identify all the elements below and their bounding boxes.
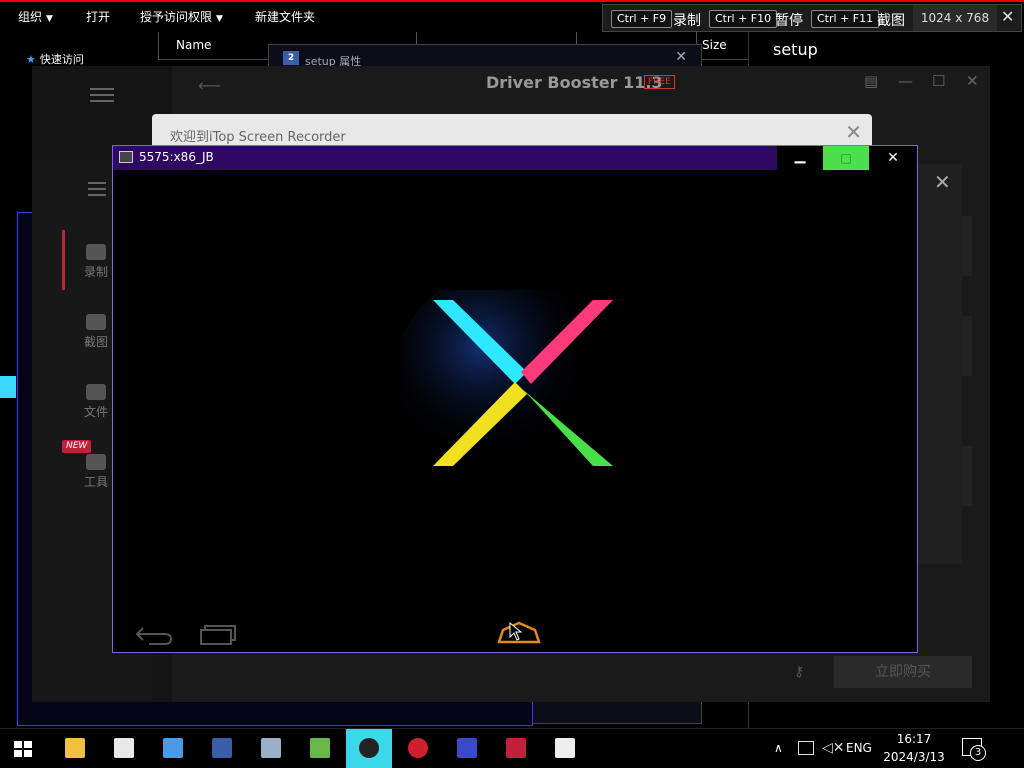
photos-icon[interactable]: [101, 729, 147, 768]
volume-muted-icon[interactable]: ◁✕: [822, 740, 845, 756]
recorder-shortcut-bar: Ctrl + F9 录制 Ctrl + F10 暂停 Ctrl + F11 截图…: [602, 4, 1022, 32]
panel-block: [962, 446, 972, 506]
hamburger-menu-icon[interactable]: [88, 182, 106, 196]
itop-recorder-icon[interactable]: [493, 729, 539, 768]
back-nav-icon[interactable]: [135, 622, 175, 646]
pause-label[interactable]: 暂停: [775, 10, 803, 30]
back-arrow-icon[interactable]: ⟵: [198, 76, 221, 95]
file-explorer-icon[interactable]: [52, 729, 98, 768]
driver-booster-title: Driver Booster 11.3: [486, 73, 663, 92]
close-icon[interactable]: ✕: [1001, 7, 1014, 26]
star-icon: ★: [26, 53, 36, 66]
maximize-button[interactable]: □: [823, 146, 869, 170]
column-size[interactable]: Size: [702, 38, 727, 52]
window-icon: [119, 151, 133, 163]
screenshot-label[interactable]: 截图: [877, 10, 905, 30]
settings-red-icon[interactable]: [395, 729, 441, 768]
language-indicator[interactable]: ENG: [846, 741, 872, 755]
desktop: 组织 ▼ 打开 授予访问权限 ▼ 新建文件夹 ★ 快速访问 Name Size set…: [0, 0, 1024, 768]
record-label[interactable]: 录制: [673, 10, 701, 30]
close-button[interactable]: ✕: [869, 146, 917, 170]
cpu-z-icon[interactable]: [346, 729, 392, 768]
organize-label: 组织: [18, 10, 43, 24]
maximize-icon[interactable]: ☐: [932, 72, 945, 90]
organize-menu[interactable]: 组织 ▼: [18, 8, 53, 25]
key-icon[interactable]: ⚷: [794, 664, 804, 680]
android-studio-icon[interactable]: [297, 729, 343, 768]
panel-block: [962, 316, 972, 376]
control-panel-icon[interactable]: [248, 729, 294, 768]
panel-block: [962, 216, 972, 276]
preview-title: setup: [773, 40, 818, 59]
column-name[interactable]: Name: [176, 38, 211, 52]
chevron-down-icon: ▼: [46, 14, 53, 24]
open-button[interactable]: 打开: [86, 8, 110, 25]
column-divider: [158, 32, 159, 60]
free-badge: FREE: [644, 75, 675, 89]
notification-count: 3: [970, 745, 986, 761]
clock-time[interactable]: 16:17: [880, 732, 948, 746]
pause-shortcut-key: Ctrl + F10: [709, 10, 778, 28]
screenshot-shortcut-key: Ctrl + F11: [811, 10, 880, 28]
chevron-down-icon: ▼: [216, 14, 223, 24]
network-icon[interactable]: [798, 741, 814, 755]
yg-pulse-icon[interactable]: [542, 729, 588, 768]
buy-now-button[interactable]: 立即购买: [834, 656, 972, 688]
chevron-up-icon[interactable]: ∧: [774, 741, 783, 755]
welcome-title: 欢迎到iTop Screen Recorder: [170, 130, 346, 145]
video-camera-icon: [86, 244, 106, 260]
emulator-title: 5575:x86_JB: [139, 150, 214, 164]
emulator-window: 5575:x86_JB ▁ □ ✕: [112, 145, 918, 653]
file-manager-icon[interactable]: [150, 729, 196, 768]
new-folder-button[interactable]: 新建文件夹: [255, 8, 315, 25]
driver-tool-icon[interactable]: [444, 729, 490, 768]
grant-access-menu[interactable]: 授予访问权限 ▼: [140, 8, 223, 25]
setup-app-icon: 2: [283, 51, 299, 65]
winrar-sfx-icon[interactable]: [199, 729, 245, 768]
close-icon[interactable]: ✕: [845, 120, 862, 144]
grid-icon: [86, 454, 106, 470]
taskbar: ∧ ◁✕ ENG 16:17 2024/3/13 3: [0, 728, 1024, 768]
edge-marker: [0, 376, 16, 398]
active-nav-indicator: [62, 230, 65, 290]
quick-access-item[interactable]: ★ 快速访问: [26, 51, 84, 67]
close-icon[interactable]: ✕: [675, 49, 687, 65]
recent-apps-icon[interactable]: [199, 622, 239, 646]
emulator-screen[interactable]: [113, 170, 917, 652]
hamburger-menu-icon[interactable]: [90, 86, 114, 104]
close-icon[interactable]: ✕: [934, 170, 951, 194]
nav-screenshot-label: 截图: [83, 335, 108, 349]
folder-icon: [86, 384, 106, 400]
quick-access-label: 快速访问: [39, 53, 84, 66]
resolution-display[interactable]: 1024 x 768: [913, 5, 997, 31]
record-shortcut-key: Ctrl + F9: [611, 10, 673, 28]
windows-start-icon[interactable]: [14, 741, 32, 757]
minimize-icon[interactable]: —: [898, 72, 913, 90]
close-icon[interactable]: ✕: [966, 72, 979, 90]
feedback-icon[interactable]: ▤: [864, 72, 878, 90]
clock-date[interactable]: 2024/3/13: [880, 750, 948, 764]
camera-icon: [86, 314, 106, 330]
emulator-titlebar[interactable]: 5575:x86_JB ▁ □ ✕: [113, 146, 917, 170]
minimize-button[interactable]: ▁: [777, 146, 823, 170]
grant-access-label: 授予访问权限: [140, 10, 213, 24]
nav-record-label: 录制: [83, 265, 108, 279]
nav-tools-label: 工具: [83, 475, 108, 489]
new-badge: NEW: [62, 440, 92, 453]
nav-files-label: 文件: [83, 405, 108, 419]
mouse-cursor-icon: [509, 622, 523, 641]
android-boot-logo: [403, 290, 613, 490]
